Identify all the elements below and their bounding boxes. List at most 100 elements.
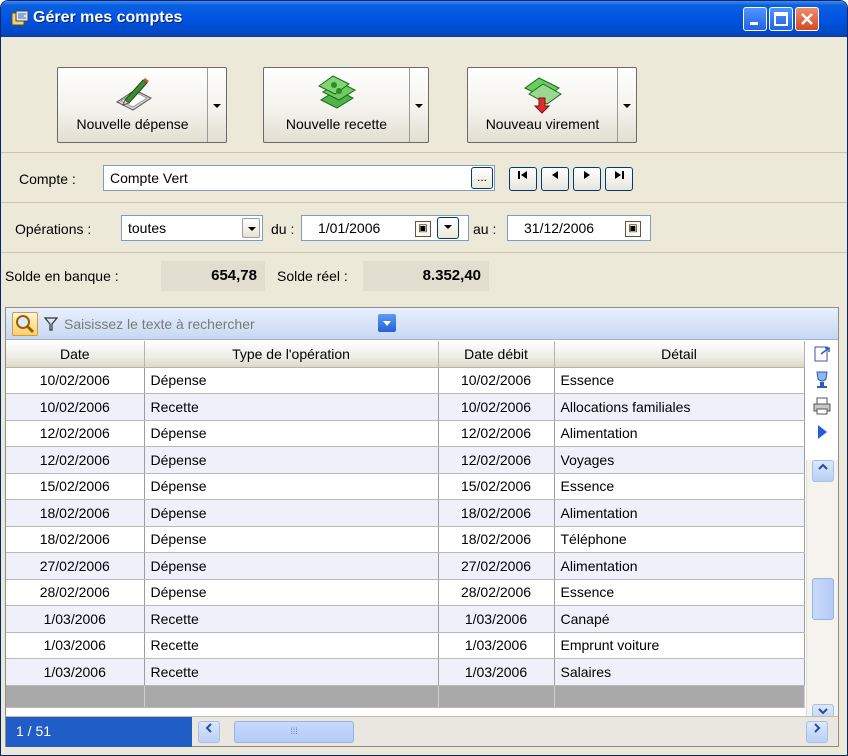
table-row[interactable]: 18/02/2006 Dépense 18/02/2006 Téléphone [6,526,805,553]
cell-debit-date: 1/03/2006 [438,605,555,633]
horizontal-scroll-thumb[interactable]: ⁞⁞⁞ [234,721,354,743]
new-income-dropdown[interactable] [410,68,428,142]
cell-type: Dépense [144,526,439,553]
previous-record-button[interactable] [541,167,569,191]
cell-date: 18/02/2006 [6,499,145,527]
record-navigation [509,165,645,193]
cell-date: 1/03/2006 [6,632,145,659]
next-record-icon [584,171,590,179]
column-header-debit-date[interactable]: Date débit [438,341,555,368]
trophy-icon[interactable] [812,369,832,391]
from-label: du : [271,221,295,237]
print-icon[interactable] [812,395,832,417]
account-field[interactable]: Compte Vert [103,165,495,191]
cell-date: 28/02/2006 [6,579,145,606]
new-expense-main[interactable]: Nouvelle dépense [58,68,208,142]
operations-filter-select[interactable]: toutes [121,215,263,241]
play-icon[interactable] [812,421,832,443]
cell-type: Recette [144,632,439,659]
close-button[interactable] [795,7,819,31]
cell-date: 27/02/2006 [6,552,145,580]
cell-detail: Salaires [554,658,805,686]
account-label: Compte : [19,171,76,187]
table-row[interactable]: 1/03/2006 Recette 1/03/2006 Salaires [6,658,805,686]
from-date-dropdown[interactable] [437,217,459,239]
table-row[interactable]: 18/02/2006 Dépense 18/02/2006 Alimentation [6,499,805,527]
operations-filter-value: toutes [128,220,167,236]
operations-table: Date Type de l'opération Date débit Déta… [6,341,805,708]
vertical-scrollbar[interactable] [806,460,838,728]
new-transfer-dropdown[interactable] [618,68,636,142]
column-header-type[interactable]: Type de l'opération [144,341,439,368]
account-value: Compte Vert [110,170,188,186]
calendar-icon[interactable]: ▣ [415,221,431,237]
chevron-down-icon [444,225,452,229]
search-icon [16,315,35,334]
export-icon[interactable] [812,343,832,365]
search-dropdown-button[interactable] [378,314,396,332]
new-expense-dropdown[interactable] [208,68,226,142]
new-expense-button[interactable]: Nouvelle dépense [57,67,227,143]
minimize-button[interactable] [743,7,767,31]
table-row[interactable]: 28/02/2006 Dépense 28/02/2006 Essence [6,579,805,606]
search-input[interactable]: Saisissez le texte à rechercher [64,316,255,332]
cell-debit-date: 12/02/2006 [438,420,555,447]
cell-debit-date: 10/02/2006 [438,393,555,421]
toolbar: Nouvelle dépense Nouvelle recette Nouvea… [1,37,847,153]
cell-date: 18/02/2006 [6,526,145,553]
table-row[interactable]: 27/02/2006 Dépense 27/02/2006 Alimentation [6,552,805,580]
cell-detail: Téléphone [554,526,805,553]
grid-side-toolbar [806,341,838,461]
table-row[interactable]: 10/02/2006 Dépense 10/02/2006 Essence [6,367,805,394]
cell-detail: Canapé [554,605,805,633]
cell-debit-date: 1/03/2006 [438,632,555,659]
cell-debit-date: 27/02/2006 [438,552,555,580]
table-row[interactable]: 12/02/2006 Dépense 12/02/2006 Alimentation [6,420,805,447]
cell-date: 10/02/2006 [6,367,145,394]
browse-account-button[interactable]: ... [471,167,493,189]
table-row[interactable]: 1/03/2006 Recette 1/03/2006 Canapé [6,605,805,633]
column-header-date[interactable]: Date [6,341,145,368]
cell-type: Dépense [144,446,439,474]
table-header-row: Date Type de l'opération Date débit Déta… [6,341,805,368]
table-row[interactable]: 10/02/2006 Recette 10/02/2006 Allocations f… [6,393,805,421]
from-date-value: 1/01/2006 [318,220,381,236]
new-transfer-main[interactable]: Nouveau virement [468,68,618,142]
next-record-button[interactable] [573,167,601,191]
new-transfer-button[interactable]: Nouveau virement [467,67,637,143]
scroll-right-button[interactable] [806,721,828,743]
bank-balance-value: 654,78 [161,261,265,291]
maximize-button[interactable] [769,7,793,31]
cell-detail: Alimentation [554,499,805,527]
table-row[interactable]: 12/02/2006 Dépense 12/02/2006 Voyages [6,446,805,474]
column-header-detail[interactable]: Détail [554,341,805,368]
money-stack-icon [317,75,356,109]
last-record-button[interactable] [605,167,633,191]
calendar-icon[interactable]: ▣ [625,221,641,237]
first-record-icon [518,171,527,179]
app-icon [11,10,29,26]
cell-type: Dépense [144,367,439,394]
new-income-button[interactable]: Nouvelle recette [263,67,429,143]
scroll-left-button[interactable] [198,721,220,743]
horizontal-scrollbar[interactable]: ⁞⁞⁞ [198,721,830,743]
to-date-value: 31/12/2006 [524,220,595,236]
chevron-up-icon [818,463,828,470]
first-record-button[interactable] [509,167,537,191]
new-income-main[interactable]: Nouvelle recette [264,68,410,142]
scroll-up-button[interactable] [812,460,834,482]
operations-grid: Saisissez le texte à rechercher Date Typ… [5,307,839,747]
balance-row: Solde en banque : 654,78 Solde réel : 8.… [1,253,847,299]
table-row[interactable]: 1/03/2006 Recette 1/03/2006 Emprunt voiture [6,632,805,659]
filter-icon[interactable] [44,317,58,331]
real-balance-label: Solde réel : [277,268,348,284]
cell-debit-date: 18/02/2006 [438,499,555,527]
cell-debit-date: 12/02/2006 [438,446,555,474]
chevron-down-icon [623,104,631,108]
title-bar[interactable]: Gérer mes comptes [1,1,847,37]
vertical-scroll-thumb[interactable] [812,578,834,620]
cell-detail: Alimentation [554,552,805,580]
chevron-down-icon[interactable] [242,218,260,238]
search-button[interactable] [12,312,38,336]
table-row[interactable]: 15/02/2006 Dépense 15/02/2006 Essence [6,473,805,500]
